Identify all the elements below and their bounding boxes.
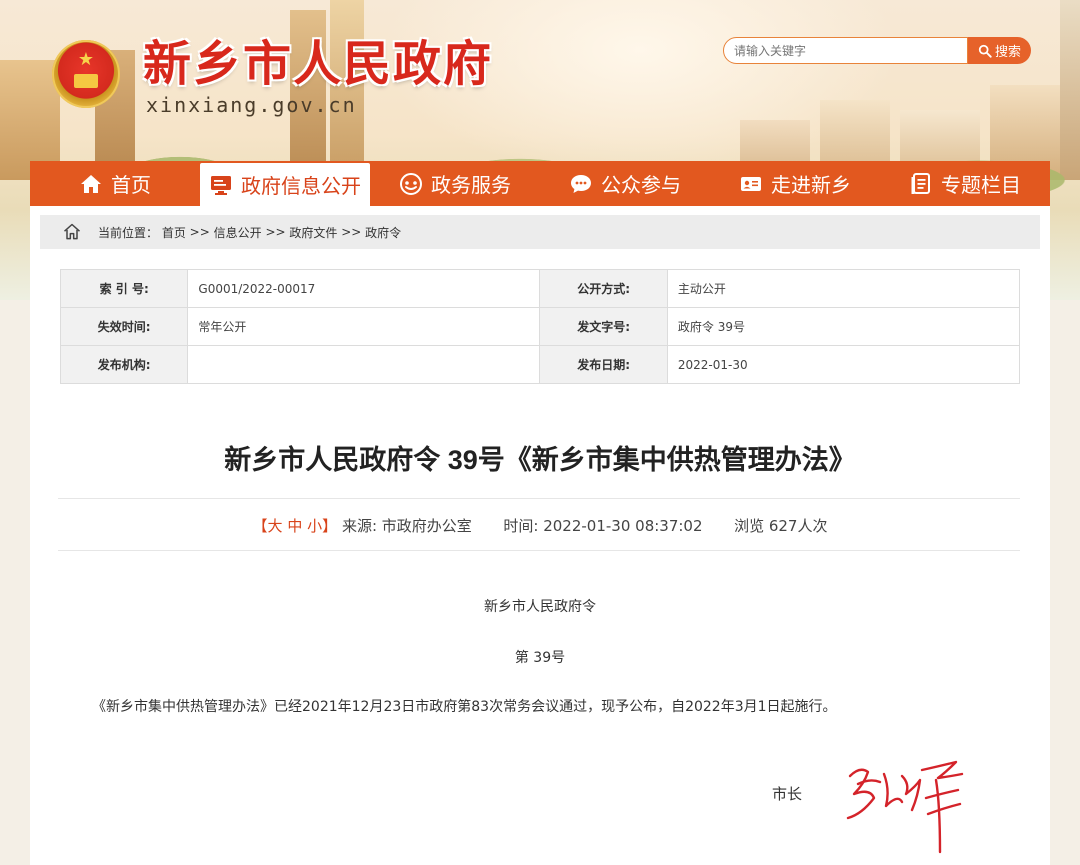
breadcrumb-link[interactable]: 政府令	[365, 224, 401, 241]
nav-label: 专题栏目	[941, 173, 1021, 197]
search-button-label: 搜索	[994, 45, 1021, 60]
home-icon	[81, 174, 101, 193]
monitor-icon	[211, 175, 231, 195]
site-title[interactable]: 新乡市人民政府	[143, 36, 493, 92]
content-panel: 当前位置： 首页 >> 信息公开 >> 政府文件 >> 政府令 索 引 号: G…	[30, 206, 1050, 865]
font-size-bracket: 【	[252, 517, 268, 535]
source-value: 市政府办公室	[381, 517, 472, 535]
index-label: 索 引 号:	[59, 269, 189, 308]
time-label: 时间:	[503, 517, 539, 535]
search-bar: 搜索	[723, 37, 1031, 64]
search-icon	[978, 44, 992, 58]
national-emblem-icon[interactable]: ★	[52, 40, 120, 108]
doc-number-value: 政府令 39号	[666, 307, 1021, 346]
nav-label: 走进新乡	[771, 173, 851, 197]
index-value: G0001/2022-00017	[187, 269, 541, 308]
expiry-label: 失效时间:	[59, 307, 189, 346]
nav-item-about-xinxiang[interactable]: 走进新乡	[710, 161, 880, 206]
nav-item-home[interactable]: 首页	[30, 161, 200, 206]
public-mode-label: 公开方式:	[539, 269, 668, 308]
breadcrumb-separator: >>	[261, 225, 290, 239]
nav-label: 政务服务	[431, 173, 511, 197]
breadcrumb-link[interactable]: 首页	[162, 224, 186, 241]
order-number: 第 39号	[514, 650, 566, 666]
order-heading: 新乡市人民政府令	[484, 599, 596, 615]
nav-item-gov-service[interactable]: 政务服务	[370, 161, 540, 206]
publish-date-value: 2022-01-30	[666, 345, 1021, 384]
nav-item-gov-info[interactable]: 政府信息公开	[200, 163, 370, 206]
nav-label: 公众参与	[601, 173, 681, 197]
id-card-icon	[741, 176, 761, 191]
mayor-signature	[846, 760, 964, 854]
search-input[interactable]	[723, 37, 968, 64]
breadcrumb-link[interactable]: 信息公开	[214, 224, 262, 241]
nav-item-special-topics[interactable]: 专题栏目	[880, 161, 1050, 206]
breadcrumb: 当前位置： 首页 >> 信息公开 >> 政府文件 >> 政府令	[40, 215, 1040, 249]
expiry-value: 常年公开	[187, 307, 541, 346]
source-label: 来源:	[341, 517, 377, 535]
mayor-label: 市长	[772, 785, 803, 803]
document-icon	[911, 172, 930, 194]
doc-number-label: 发文字号:	[539, 307, 668, 346]
article-info-bar: 【大 中 小】 来源: 市政府办公室 时间: 2022-01-30 08:37:…	[30, 515, 1050, 536]
font-size-small-button[interactable]: 小	[307, 517, 322, 535]
breadcrumb-separator: >>	[337, 225, 366, 239]
issuer-label: 发布机构:	[59, 345, 189, 384]
site-domain: xinxiang.gov.cn	[146, 93, 357, 117]
view-count: 浏览 627人次	[734, 517, 828, 535]
divider	[58, 498, 1020, 499]
service-icon	[400, 172, 422, 195]
breadcrumb-prefix: 当前位置：	[98, 225, 159, 240]
nav-item-public-participation[interactable]: 公众参与	[540, 161, 710, 206]
table-row: 发布机构: 发布日期: 2022-01-30	[59, 345, 1021, 384]
font-size-large-button[interactable]: 大	[268, 517, 283, 535]
nav-label: 首页	[111, 173, 151, 197]
nav-label: 政府信息公开	[241, 174, 361, 198]
main-nav: 首页 政府信息公开 政务服务 公众参与 走进新乡 专题栏目	[30, 161, 1050, 206]
chat-icon	[571, 174, 591, 193]
article-body-paragraph: 《新乡市集中供热管理办法》已经2021年12月23日市政府第83次常务会议通过，…	[92, 699, 837, 715]
document-metadata-table: 索 引 号: G0001/2022-00017 公开方式: 主动公开 失效时间:…	[59, 269, 1021, 384]
home-icon[interactable]	[62, 222, 82, 242]
search-button[interactable]: 搜索	[968, 37, 1031, 64]
divider	[58, 550, 1020, 551]
font-size-medium-button[interactable]: 中	[287, 517, 302, 535]
font-size-bracket: 】	[322, 517, 338, 535]
public-mode-value: 主动公开	[666, 269, 1021, 308]
article-title: 新乡市人民政府令 39号《新乡市集中供热管理办法》	[224, 445, 856, 475]
issuer-value	[187, 345, 541, 384]
time-value: 2022-01-30 08:37:02	[543, 517, 703, 535]
table-row: 失效时间: 常年公开 发文字号: 政府令 39号	[59, 307, 1021, 346]
table-row: 索 引 号: G0001/2022-00017 公开方式: 主动公开	[59, 269, 1021, 308]
breadcrumb-separator: >>	[185, 225, 214, 239]
publish-date-label: 发布日期:	[539, 345, 668, 384]
breadcrumb-link[interactable]: 政府文件	[289, 224, 337, 241]
